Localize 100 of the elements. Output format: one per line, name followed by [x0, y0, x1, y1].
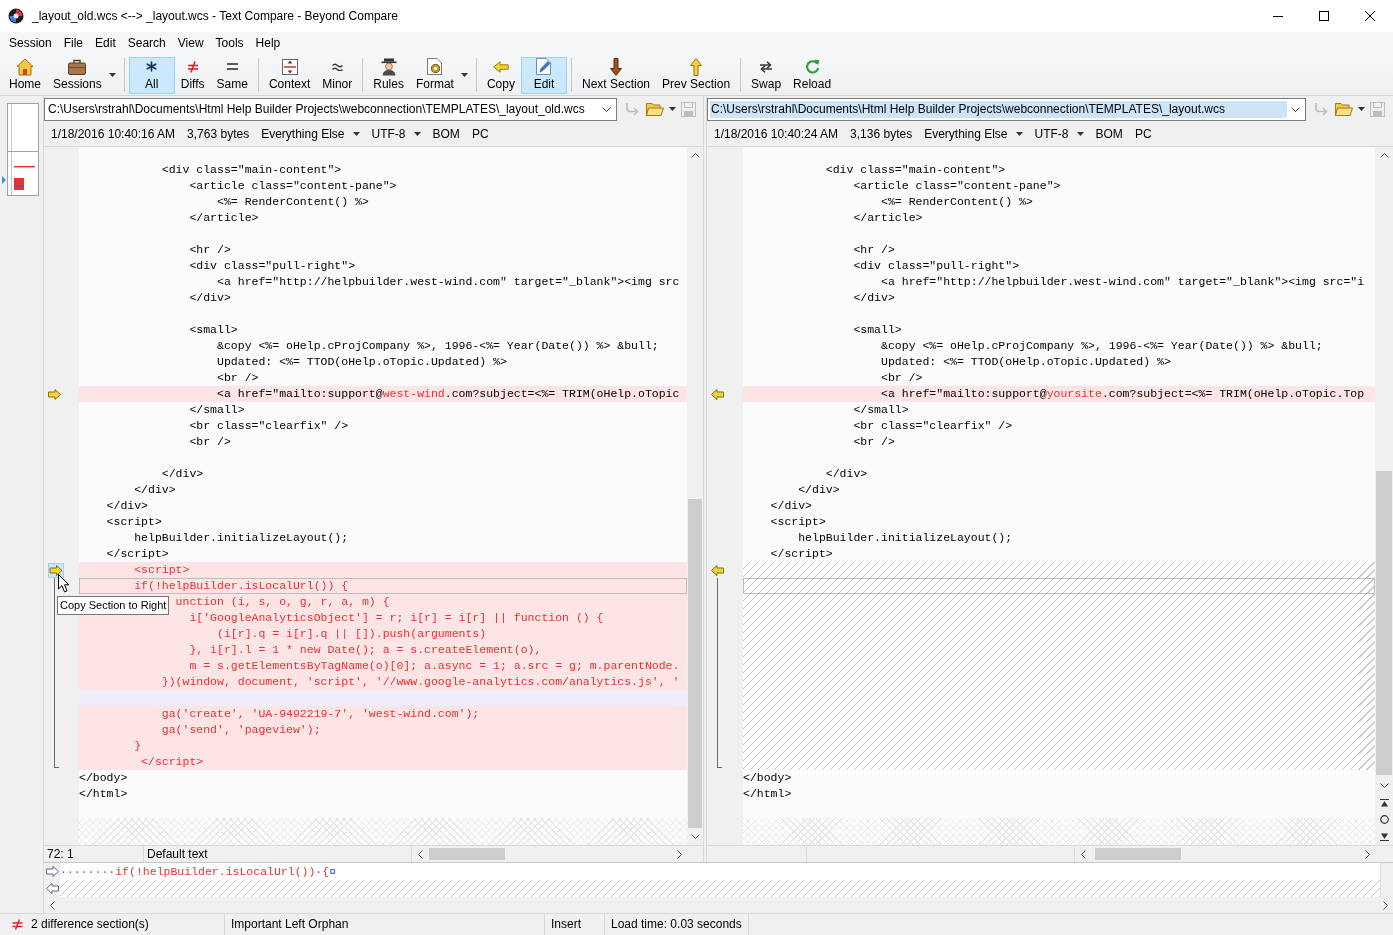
status-text: 72: 1 [47, 847, 74, 861]
minimize-icon[interactable] [1273, 15, 1283, 17]
file-info-text: PC [471, 126, 489, 142]
code-line: </div> [797, 482, 841, 498]
house-icon [16, 57, 34, 76]
menu-item[interactable]: Search [121, 34, 172, 53]
menu-item[interactable]: Tools [209, 34, 250, 53]
dropdown-selector[interactable]: Everything Else [924, 126, 1023, 142]
menu-item[interactable]: Session [3, 34, 58, 53]
caret-icon[interactable] [460, 73, 468, 77]
scroll-up-icon[interactable] [1379, 153, 1389, 158]
toolbar-button[interactable]: Minor [316, 56, 359, 94]
path-combobox[interactable]: C:\Users\rstrahl\Documents\Html Help Builder Projects\webconnection\TEMPLATES\_layout_old.wcs [44, 97, 617, 121]
chevron-down-icon[interactable] [602, 106, 611, 112]
scroll-right-icon[interactable] [1382, 900, 1388, 910]
toolbar-button[interactable]: Prev Section [656, 56, 737, 94]
toolbar-button[interactable]: Context [262, 56, 317, 94]
code-line: <br /> [852, 434, 896, 450]
code-line: </body> [79, 770, 129, 786]
code-line: </div> [188, 290, 232, 306]
overview-map-drawing[interactable] [2, 103, 39, 197]
file-info-text: 1/18/2016 10:40:24 AM [714, 126, 839, 142]
scroll-left-icon[interactable] [1080, 849, 1086, 859]
maximize-icon[interactable] [1319, 11, 1329, 21]
toolbar-button[interactable]: Swap [745, 56, 788, 94]
left-arrow-icon[interactable] [711, 388, 724, 400]
toolbar-button[interactable]: Diffs [174, 56, 211, 94]
scroll-right-icon[interactable] [676, 849, 682, 859]
toolbar-button[interactable]: Rules [367, 56, 410, 94]
file-info-text: BOM [1095, 126, 1123, 142]
path-combobox[interactable]: C:\Users\rstrahl\Documents\Html Help Builder Projects\webconnection\TEMPLATES\_layout.wcs [707, 97, 1306, 121]
code-line: <br /> [188, 434, 232, 450]
folder-icon[interactable] [646, 102, 664, 116]
toolbar-button[interactable]: Edit [520, 56, 567, 94]
code-line: </div> [852, 290, 896, 306]
code-line: </small> [852, 402, 910, 418]
left-arrow-icon [45, 883, 59, 894]
dropdown-selector[interactable]: UTF-8 [1034, 126, 1084, 142]
file-info-text: 3,136 bytes [850, 126, 913, 142]
menu-item[interactable]: Edit [89, 34, 122, 53]
folder-icon[interactable] [1335, 102, 1353, 116]
toolbar-button[interactable]: Home [3, 56, 47, 94]
briefcase-icon [68, 58, 87, 75]
scroll-up-icon[interactable] [690, 153, 700, 158]
code-line: </div> [133, 482, 177, 498]
scroll-right-icon[interactable] [1364, 849, 1370, 859]
pencil-page-icon [535, 58, 553, 75]
code-line: <script> [105, 514, 163, 530]
circle-icon[interactable] [1379, 815, 1389, 824]
code-line: </div> [160, 466, 205, 482]
code-line: helpBuilder.initializeLayout(); [133, 530, 350, 546]
left-arrow-icon [492, 60, 509, 73]
right-arrow-icon[interactable] [48, 562, 64, 578]
code-line: &copy <%= oHelp.cProjCompany %>, 1996-<%= Year(Date()) %> &bull; [880, 338, 1324, 354]
not-equal-icon [186, 60, 199, 73]
up-arrow-icon [690, 57, 703, 76]
toolbar-button[interactable]: Copy [480, 56, 521, 94]
up-arrow-bar-icon[interactable] [1379, 798, 1389, 807]
toolbar-button[interactable]: Reload [787, 56, 838, 94]
dropdown-selector[interactable]: Everything Else [261, 126, 360, 142]
caret-icon[interactable] [108, 73, 116, 77]
code-line: </div> [105, 498, 149, 514]
caret-icon[interactable] [1358, 107, 1365, 111]
caret-icon[interactable] [669, 107, 676, 111]
scroll-down-icon[interactable] [690, 834, 700, 839]
scrollbar-thumb[interactable] [1095, 848, 1181, 860]
code-line: </small> [188, 402, 246, 418]
caret-icon[interactable] [413, 132, 421, 136]
toolbar-button[interactable]: Same [210, 56, 254, 94]
swap-arrows-icon [758, 59, 775, 74]
page-arrows-icon [281, 58, 298, 75]
scroll-left-icon[interactable] [417, 849, 423, 859]
person-icon [380, 57, 397, 76]
scrollbar-thumb[interactable] [429, 848, 505, 860]
menu-item[interactable]: Help [249, 34, 287, 53]
status-text: Important Left Orphan [231, 917, 349, 932]
caret-icon[interactable] [1076, 132, 1084, 136]
caret-icon[interactable] [1015, 132, 1023, 136]
approx-icon [331, 62, 343, 71]
scrollbar-thumb[interactable] [688, 499, 702, 828]
code-line: <%= RenderContent() %> [216, 194, 370, 210]
close-icon[interactable] [1365, 11, 1375, 21]
code-line: <hr /> [188, 242, 232, 258]
scroll-down-icon[interactable] [1379, 783, 1389, 788]
down-arrow-bar-icon[interactable] [1379, 832, 1389, 841]
scroll-left-icon[interactable] [49, 900, 55, 910]
caret-icon[interactable] [352, 132, 360, 136]
code-line: </body> [743, 770, 793, 786]
toolbar-button[interactable]: Sessions [47, 56, 108, 94]
toolbar-button[interactable]: Next Section [575, 56, 656, 94]
toolbar-button[interactable]: All [128, 56, 175, 94]
menu-item[interactable]: File [57, 34, 90, 53]
left-arrow-icon[interactable] [711, 564, 724, 576]
toolbar-button[interactable]: Format [409, 56, 460, 94]
status-text: Default text [147, 847, 208, 861]
scrollbar-thumb[interactable] [1376, 471, 1392, 775]
dropdown-selector[interactable]: UTF-8 [371, 126, 421, 142]
menu-item[interactable]: View [171, 34, 210, 53]
status-text: Load time: 0.03 seconds [611, 917, 742, 932]
chevron-down-icon[interactable] [1291, 106, 1300, 112]
